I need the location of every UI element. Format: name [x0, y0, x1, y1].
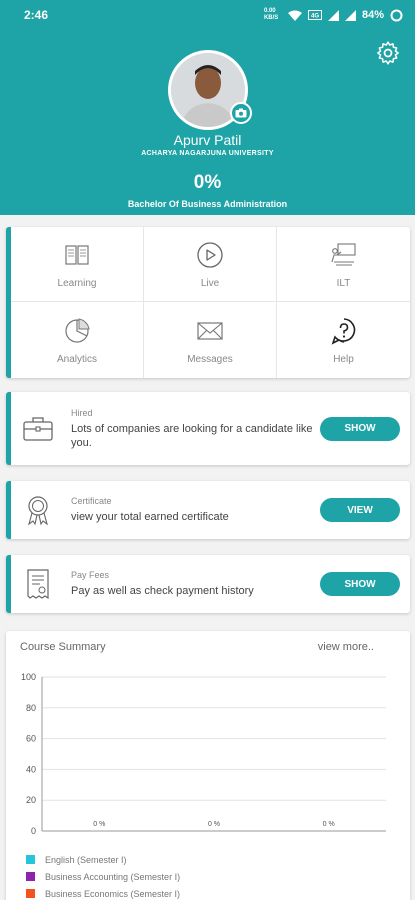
legend-item: English (Semester I) [26, 851, 180, 868]
status-time: 2:46 [24, 8, 49, 22]
status-bar: 2:46 0.00 KB/S 4G 84% [0, 0, 415, 30]
wifi-icon [287, 10, 302, 21]
legend-item: Business Economics (Semester I) [26, 885, 180, 900]
menu-live-label: Live [200, 277, 220, 289]
bar-data-label: 0 % [323, 821, 335, 828]
book-icon [65, 244, 89, 265]
bar-data-label: 0 % [208, 821, 220, 828]
certificate-view-button[interactable]: VIEW [320, 498, 400, 522]
menu-learning-label: Learning [57, 277, 97, 289]
fees-show-button[interactable]: SHOW [320, 572, 400, 596]
menu-messages[interactable]: Messages [144, 302, 277, 378]
status-icons: 0.00 KB/S 4G 84% [264, 8, 403, 22]
presenter-icon [330, 242, 356, 266]
y-tick-label: 0 [31, 826, 36, 836]
play-icon [197, 241, 223, 268]
y-tick-label: 60 [26, 734, 36, 744]
profile-header: 2:46 0.00 KB/S 4G 84% Apurv Patil ACHARY… [0, 0, 415, 215]
y-tick-label: 100 [21, 672, 36, 682]
y-tick-label: 80 [26, 703, 36, 713]
menu-live[interactable]: Live [144, 227, 277, 302]
signal-icon-2 [344, 9, 356, 21]
volte-icon: 4G [307, 10, 322, 20]
degree-name: Bachelor Of Business Administration [127, 199, 288, 209]
certificate-caption: Certificate [71, 496, 112, 506]
course-summary-title: Course Summary [20, 641, 106, 653]
y-tick-label: 40 [26, 764, 36, 774]
camera-icon[interactable] [230, 102, 252, 124]
legend-label: Business Accounting (Semester I) [45, 871, 181, 882]
battery-percent: 84% [361, 9, 384, 21]
legend-swatch [26, 889, 35, 898]
signal-icon [327, 9, 339, 21]
overall-progress: 0% [193, 172, 222, 193]
battery-icon [390, 9, 403, 21]
question-icon [331, 317, 355, 345]
menu-help[interactable]: Help [277, 302, 410, 378]
y-tick-label: 20 [26, 795, 36, 805]
certificate-badge-icon [28, 496, 48, 526]
menu-ilt[interactable]: ILT [277, 227, 410, 302]
envelope-icon [197, 321, 223, 340]
chart-legend: English (Semester I) Business Accounting … [26, 851, 180, 900]
receipt-icon [27, 569, 49, 600]
legend-label: Business Economics (Semester I) [45, 888, 181, 899]
legend-swatch [26, 855, 35, 864]
settings-gear-icon[interactable] [375, 40, 401, 66]
menu-help-label: Help [333, 353, 354, 365]
hired-description: Lots of companies are looking for a cand… [71, 422, 313, 449]
menu-learning[interactable]: Learning [11, 227, 144, 302]
legend-item: Business Accounting (Semester I) [26, 868, 180, 885]
data-rate: 0.00 KB/S [263, 8, 279, 21]
hired-caption: Hired [71, 407, 93, 418]
view-more-link[interactable]: view more.. [318, 641, 374, 653]
course-summary-chart: 0 20 40 60 80 100 0 % 0 % 0 % [21, 672, 386, 836]
menu-messages-label: Messages [187, 353, 233, 365]
fees-card: Pay Fees Pay as well as check payment hi… [6, 555, 410, 613]
course-summary-card: Course Summary view more.. 0 20 40 60 80 100 0… [6, 631, 410, 900]
hired-card: Hired Lots of companies are looking for … [6, 392, 410, 465]
pie-chart-icon [65, 317, 90, 343]
menu-grid: Learning Live ILT Analytics Messages Hel… [6, 227, 410, 378]
bar-data-label: 0 % [93, 821, 105, 828]
certificate-description: view your total earned certificate [71, 511, 229, 523]
avatar[interactable] [168, 50, 252, 130]
fees-caption: Pay Fees [71, 570, 110, 580]
hired-show-button[interactable]: SHOW [320, 416, 400, 441]
student-name: Apurv Patil [173, 132, 242, 148]
university-name: ACHARYA NAGARJUNA UNIVERSITY [141, 150, 274, 157]
svg-text:4G: 4G [311, 14, 319, 20]
certificate-card: Certificate view your total earned certi… [6, 481, 410, 539]
menu-analytics-label: Analytics [56, 353, 97, 365]
legend-swatch [26, 872, 35, 881]
legend-label: English (Semester I) [45, 854, 127, 865]
briefcase-icon [23, 416, 53, 441]
menu-analytics[interactable]: Analytics [11, 302, 144, 378]
fees-description: Pay as well as check payment history [71, 585, 254, 597]
menu-ilt-label: ILT [336, 277, 351, 289]
